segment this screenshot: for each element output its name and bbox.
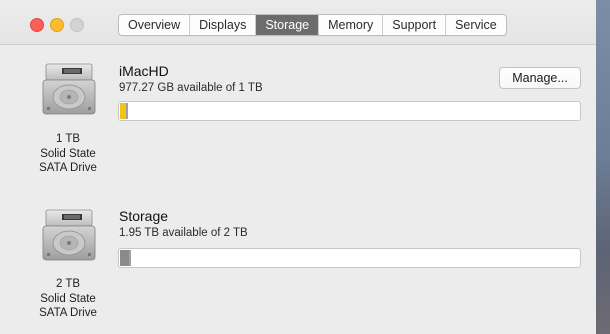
close-button[interactable] [30,18,44,32]
hard-drive-icon [42,209,96,261]
volume-available: 1.95 TB available of 2 TB [119,227,248,239]
storage-usage-bar [118,101,581,121]
about-this-mac-window: Overview Displays Storage Memory Support… [0,0,596,334]
title-bar: Overview Displays Storage Memory Support… [0,0,596,45]
volume-available: 977.27 GB available of 1 TB [119,82,263,94]
storage-usage-bar [118,248,581,268]
drive-capacity: 2 TB [55,278,81,290]
drive-type: Solid State [40,292,96,305]
tab-support[interactable]: Support [383,15,447,35]
zoom-button[interactable] [70,18,84,32]
tab-memory[interactable]: Memory [319,15,384,35]
drive-capacity: 1 TB [55,133,81,145]
minimize-button[interactable] [50,18,64,32]
tab-service[interactable]: Service [446,15,506,35]
tab-storage[interactable]: Storage [256,15,320,35]
storage-used-fill [120,250,131,266]
tab-overview[interactable]: Overview [119,15,191,35]
drive-caption-2: 2 TB Solid State SATA Drive [18,277,118,321]
drive-interface: SATA Drive [39,307,97,319]
manage-button[interactable]: Manage... [499,67,581,89]
drive-interface: SATA Drive [39,162,97,174]
tab-displays[interactable]: Displays [190,15,257,35]
volume-name: Storage [119,208,169,224]
desktop-background [596,0,610,334]
tab-bar: Overview Displays Storage Memory Support… [118,14,507,36]
storage-used-fill [120,103,128,119]
hard-drive-icon [42,63,96,115]
drive-caption-1: 1 TB Solid State SATA Drive [18,132,118,176]
volume-name: iMacHD [119,63,169,79]
drive-type: Solid State [40,147,96,160]
